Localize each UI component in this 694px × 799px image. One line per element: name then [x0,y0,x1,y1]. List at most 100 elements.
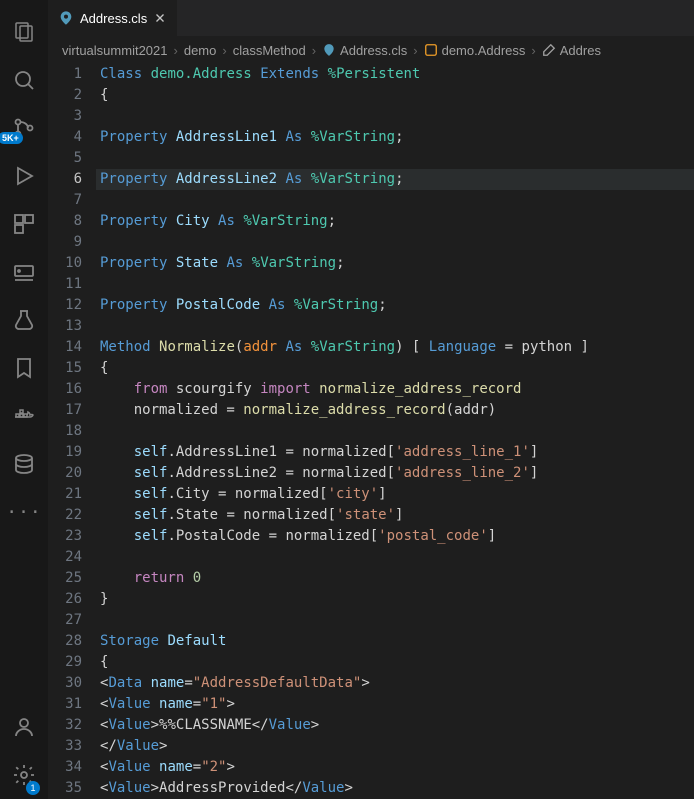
code-line[interactable] [100,232,694,253]
code-line[interactable] [100,547,694,568]
code-line[interactable]: </Value> [100,736,694,757]
code-line[interactable]: <Value>AddressProvided</Value> [100,778,694,799]
code-line[interactable]: Property AddressLine2 As %VarString; [96,169,694,190]
code-line[interactable]: { [100,652,694,673]
code-line[interactable] [100,316,694,337]
line-number: 34 [48,757,82,778]
code-line[interactable]: { [100,358,694,379]
code-line[interactable]: self.PostalCode = normalized['postal_cod… [100,526,694,547]
line-number: 12 [48,295,82,316]
bookmarks-icon[interactable] [0,344,48,392]
chevron-right-icon: › [531,43,535,58]
source-control-icon[interactable]: 5K+ [0,104,48,152]
code-line[interactable]: Class demo.Address Extends %Persistent [100,64,694,85]
line-number: 9 [48,232,82,253]
line-number: 11 [48,274,82,295]
line-number: 27 [48,610,82,631]
code-line[interactable]: Method Normalize(addr As %VarString) [ L… [100,337,694,358]
code-line[interactable]: <Data name="AddressDefaultData"> [100,673,694,694]
line-number: 7 [48,190,82,211]
search-icon[interactable] [0,56,48,104]
line-number: 2 [48,85,82,106]
code-line[interactable] [100,148,694,169]
code-content[interactable]: Class demo.Address Extends %Persistent{ … [96,64,694,799]
breadcrumb[interactable]: virtualsummit2021 › demo › classMethod ›… [48,36,694,64]
file-icon [322,43,336,57]
code-line[interactable]: Property PostalCode As %VarString; [100,295,694,316]
extensions-icon[interactable] [0,200,48,248]
chevron-right-icon: › [312,43,316,58]
code-line[interactable]: self.City = normalized['city'] [100,484,694,505]
code-line[interactable]: <Value name="1"> [100,694,694,715]
code-line[interactable] [100,274,694,295]
code-line[interactable]: return 0 [100,568,694,589]
line-number: 32 [48,715,82,736]
code-editor[interactable]: 1234567891011121314151617181920212223242… [48,64,694,799]
close-icon[interactable] [153,11,167,25]
breadcrumb-seg[interactable]: classMethod [233,43,306,58]
line-number: 6 [48,169,82,190]
line-number: 30 [48,673,82,694]
line-number: 17 [48,400,82,421]
line-number: 35 [48,778,82,799]
code-line[interactable]: Property State As %VarString; [100,253,694,274]
settings-icon[interactable]: 1 [0,751,48,799]
accounts-icon[interactable] [0,703,48,751]
docker-icon[interactable] [0,392,48,440]
activity-bottom: 1 [0,703,48,799]
code-line[interactable]: self.AddressLine1 = normalized['address_… [100,442,694,463]
run-debug-icon[interactable] [0,152,48,200]
line-number: 18 [48,421,82,442]
code-line[interactable]: Property City As %VarString; [100,211,694,232]
explorer-icon[interactable] [0,8,48,56]
line-number: 26 [48,589,82,610]
code-line[interactable]: normalized = normalize_address_record(ad… [100,400,694,421]
line-number: 16 [48,379,82,400]
line-number: 21 [48,484,82,505]
line-number: 4 [48,127,82,148]
code-line[interactable]: self.State = normalized['state'] [100,505,694,526]
code-line[interactable]: { [100,85,694,106]
breadcrumb-seg[interactable]: demo [184,43,217,58]
code-line[interactable]: } [100,589,694,610]
code-line[interactable]: from scourgify import normalize_address_… [100,379,694,400]
remote-icon[interactable] [0,248,48,296]
breadcrumb-seg[interactable]: Addres [560,43,601,58]
line-number: 13 [48,316,82,337]
settings-badge: 1 [26,781,40,795]
breadcrumb-seg[interactable]: Address.cls [340,43,407,58]
testing-icon[interactable] [0,296,48,344]
line-number: 22 [48,505,82,526]
activity-top: 5K+ ··· [0,8,48,536]
line-number: 8 [48,211,82,232]
code-line[interactable] [100,610,694,631]
activity-bar: 5K+ ··· 1 [0,0,48,799]
code-line[interactable] [100,106,694,127]
line-number: 1 [48,64,82,85]
line-number: 3 [48,106,82,127]
breadcrumb-seg[interactable]: demo.Address [442,43,526,58]
code-line[interactable] [100,190,694,211]
line-number: 14 [48,337,82,358]
tab-address-cls[interactable]: Address.cls [48,0,178,36]
database-icon[interactable] [0,440,48,488]
code-line[interactable]: <Value name="2"> [100,757,694,778]
editor-main: Address.cls virtualsummit2021 › demo › c… [48,0,694,799]
more-icon[interactable]: ··· [0,488,48,536]
code-line[interactable]: <Value>%%CLASSNAME</Value> [100,715,694,736]
code-line[interactable]: Property AddressLine1 As %VarString; [100,127,694,148]
scm-badge: 5K+ [0,132,23,144]
chevron-right-icon: › [413,43,417,58]
code-line[interactable] [100,421,694,442]
code-line[interactable]: Storage Default [100,631,694,652]
line-number: 25 [48,568,82,589]
breadcrumb-seg[interactable]: virtualsummit2021 [62,43,168,58]
line-gutter: 1234567891011121314151617181920212223242… [48,64,96,799]
code-line[interactable]: self.AddressLine2 = normalized['address_… [100,463,694,484]
line-number: 23 [48,526,82,547]
line-number: 31 [48,694,82,715]
line-number: 28 [48,631,82,652]
line-number: 20 [48,463,82,484]
line-number: 10 [48,253,82,274]
property-icon [542,43,556,57]
